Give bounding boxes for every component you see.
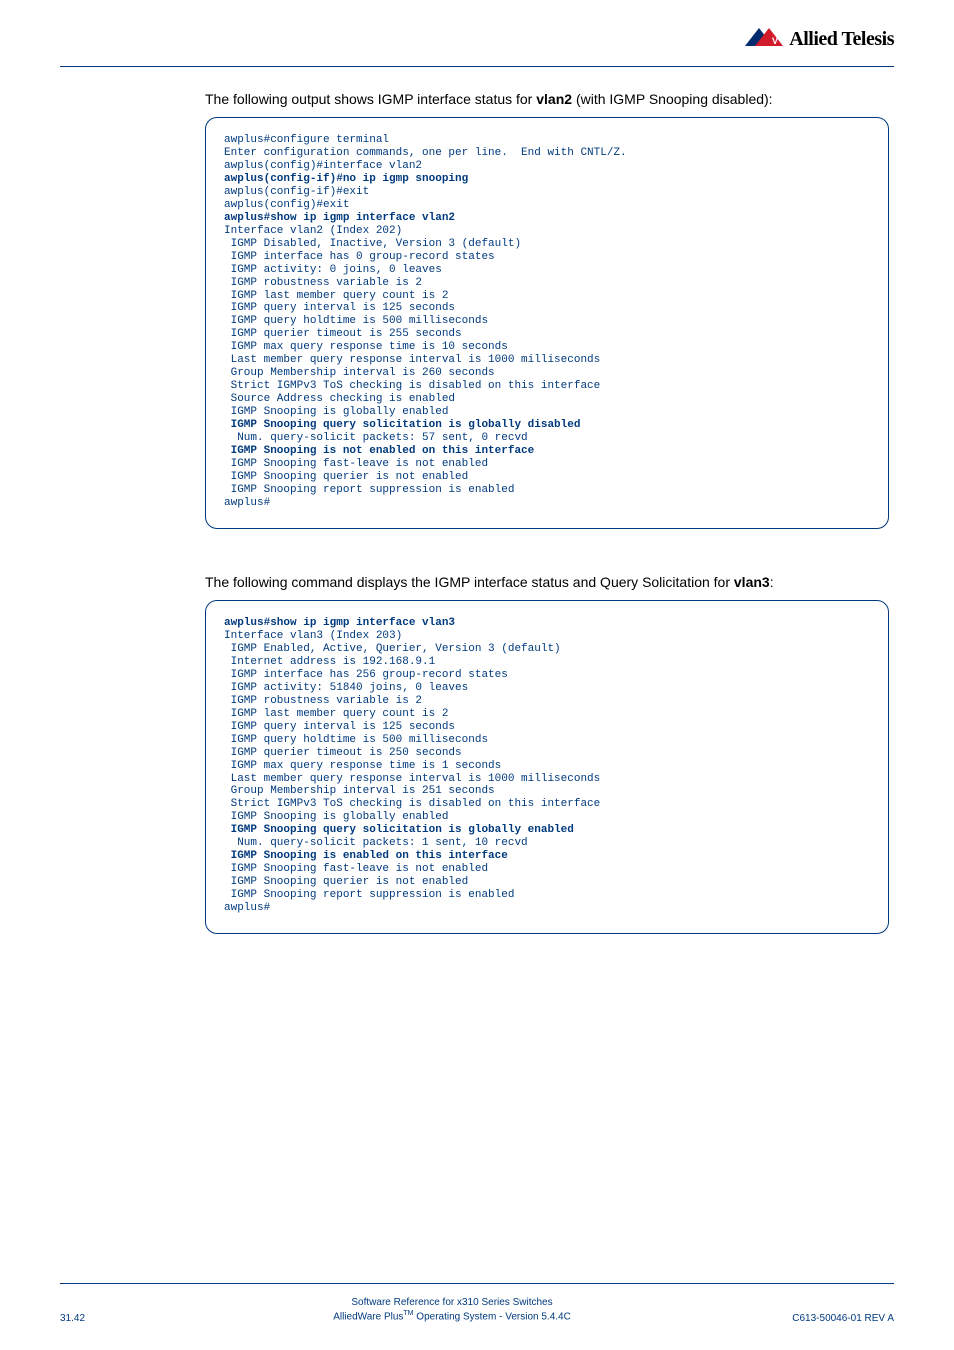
t1-l2: Enter configuration commands, one per li…: [224, 147, 627, 159]
t2-l12: IGMP max query response time is 1 second…: [224, 760, 501, 772]
t2-l22: IGMP Snooping report suppression is enab…: [224, 889, 514, 901]
footer-line2b: Operating System - Version 5.4.4C: [414, 1312, 571, 1323]
t1-l18: Last member query response interval is 1…: [224, 354, 600, 366]
t2-l10: IGMP query holdtime is 500 milliseconds: [224, 734, 488, 746]
t2-l3: IGMP Enabled, Active, Querier, Version 3…: [224, 643, 561, 655]
t1-l28: IGMP Snooping report suppression is enab…: [224, 484, 514, 496]
footer-line2a: AlliedWare Plus: [333, 1312, 403, 1323]
intro-paragraph-1: The following output shows IGMP interfac…: [205, 90, 889, 109]
t1-l21: Source Address checking is enabled: [224, 393, 455, 405]
t2-l18: Num. query-solicit packets: 1 sent, 10 r…: [224, 837, 528, 849]
t1-l25: IGMP Snooping is not enabled on this int…: [224, 445, 534, 457]
header-rule: [60, 66, 894, 67]
terminal-output-2: awplus#show ip igmp interface vlan3 Inte…: [205, 600, 889, 934]
footer-rev: C613-50046-01 REV A: [764, 1313, 894, 1324]
t2-l13: Last member query response interval is 1…: [224, 773, 600, 785]
footer-center: Software Reference for x310 Series Switc…: [140, 1296, 764, 1324]
t2-l2: Interface vlan3 (Index 203): [224, 630, 402, 642]
t1-l24: Num. query-solicit packets: 57 sent, 0 r…: [224, 432, 528, 444]
footer-rule: [60, 1283, 894, 1284]
t1-l29: awplus#: [224, 497, 270, 509]
logo: V Allied Telesis: [745, 28, 894, 51]
svg-text:V: V: [772, 36, 778, 46]
t2-l20: IGMP Snooping fast-leave is not enabled: [224, 863, 488, 875]
t1-l23: IGMP Snooping query solicitation is glob…: [224, 419, 580, 431]
t1-l17: IGMP max query response time is 10 secon…: [224, 341, 508, 353]
intro1-text-a: The following output shows IGMP interfac…: [205, 91, 536, 107]
t1-l5: awplus(config-if)#exit: [224, 186, 369, 198]
intro2-text-b: :: [770, 574, 774, 590]
t1-l27: IGMP Snooping querier is not enabled: [224, 471, 468, 483]
t2-l17: IGMP Snooping query solicitation is glob…: [224, 824, 574, 836]
intro2-text-a: The following command displays the IGMP …: [205, 574, 734, 590]
intro1-text-b: (with IGMP Snooping disabled):: [572, 91, 773, 107]
t2-l1: awplus#show ip igmp interface vlan3: [224, 617, 455, 629]
t2-l19: IGMP Snooping is enabled on this interfa…: [224, 850, 508, 862]
t2-l4: Internet address is 192.168.9.1: [224, 656, 435, 668]
intro1-bold: vlan2: [536, 91, 572, 107]
t2-l8: IGMP last member query count is 2: [224, 708, 448, 720]
t1-l13: IGMP last member query count is 2: [224, 290, 448, 302]
footer-line2: AlliedWare PlusTM Operating System - Ver…: [140, 1309, 764, 1324]
t1-l15: IGMP query holdtime is 500 milliseconds: [224, 315, 488, 327]
t1-l12: IGMP robustness variable is 2: [224, 277, 422, 289]
t1-l20: Strict IGMPv3 ToS checking is disabled o…: [224, 380, 600, 392]
t2-l21: IGMP Snooping querier is not enabled: [224, 876, 468, 888]
terminal-output-1: awplus#configure terminal Enter configur…: [205, 117, 889, 529]
t1-l4: awplus(config-if)#no ip igmp snooping: [224, 173, 468, 185]
footer: 31.42 Software Reference for x310 Series…: [60, 1296, 894, 1324]
header-logo: V Allied Telesis: [745, 28, 894, 51]
t2-l23: awplus#: [224, 902, 270, 914]
t2-l14: Group Membership interval is 251 seconds: [224, 785, 495, 797]
t1-l8: Interface vlan2 (Index 202): [224, 225, 402, 237]
t1-l11: IGMP activity: 0 joins, 0 leaves: [224, 264, 442, 276]
t2-l5: IGMP interface has 256 group-record stat…: [224, 669, 508, 681]
t1-l3: awplus(config)#interface vlan2: [224, 160, 422, 172]
page: V Allied Telesis The following output sh…: [0, 0, 954, 1350]
brand-text: Allied Telesis: [789, 28, 894, 51]
page-number: 31.42: [60, 1313, 140, 1324]
footer-tm: TM: [403, 1310, 413, 1317]
t2-l7: IGMP robustness variable is 2: [224, 695, 422, 707]
t1-l16: IGMP querier timeout is 255 seconds: [224, 328, 462, 340]
t2-l16: IGMP Snooping is globally enabled: [224, 811, 448, 823]
t1-l19: Group Membership interval is 260 seconds: [224, 367, 495, 379]
intro-paragraph-2: The following command displays the IGMP …: [205, 573, 889, 592]
logo-mark-icon: V: [745, 28, 783, 51]
t2-l6: IGMP activity: 51840 joins, 0 leaves: [224, 682, 468, 694]
content-area: The following output shows IGMP interfac…: [205, 90, 889, 934]
t1-l1: awplus#configure terminal: [224, 134, 389, 146]
intro2-bold: vlan3: [734, 574, 770, 590]
t1-l26: IGMP Snooping fast-leave is not enabled: [224, 458, 488, 470]
t2-l11: IGMP querier timeout is 250 seconds: [224, 747, 462, 759]
t1-l10: IGMP interface has 0 group-record states: [224, 251, 495, 263]
t1-l7: awplus#show ip igmp interface vlan2: [224, 212, 455, 224]
t1-l9: IGMP Disabled, Inactive, Version 3 (defa…: [224, 238, 521, 250]
t2-l9: IGMP query interval is 125 seconds: [224, 721, 455, 733]
spacer: [205, 529, 889, 573]
t1-l6: awplus(config)#exit: [224, 199, 349, 211]
t1-l22: IGMP Snooping is globally enabled: [224, 406, 448, 418]
footer-line1: Software Reference for x310 Series Switc…: [140, 1296, 764, 1310]
t1-l14: IGMP query interval is 125 seconds: [224, 302, 455, 314]
t2-l15: Strict IGMPv3 ToS checking is disabled o…: [224, 798, 600, 810]
